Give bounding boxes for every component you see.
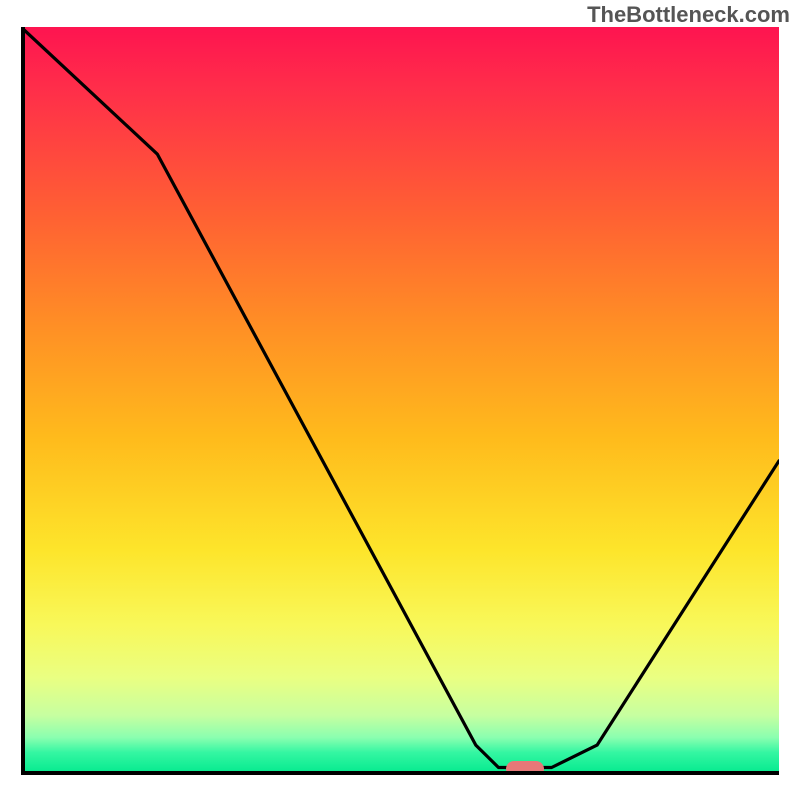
plot-area: [21, 27, 779, 775]
chart-container: TheBottleneck.com: [0, 0, 800, 800]
bottleneck-curve: [21, 27, 779, 775]
optimal-marker: [506, 761, 544, 775]
watermark-label: TheBottleneck.com: [587, 2, 790, 28]
